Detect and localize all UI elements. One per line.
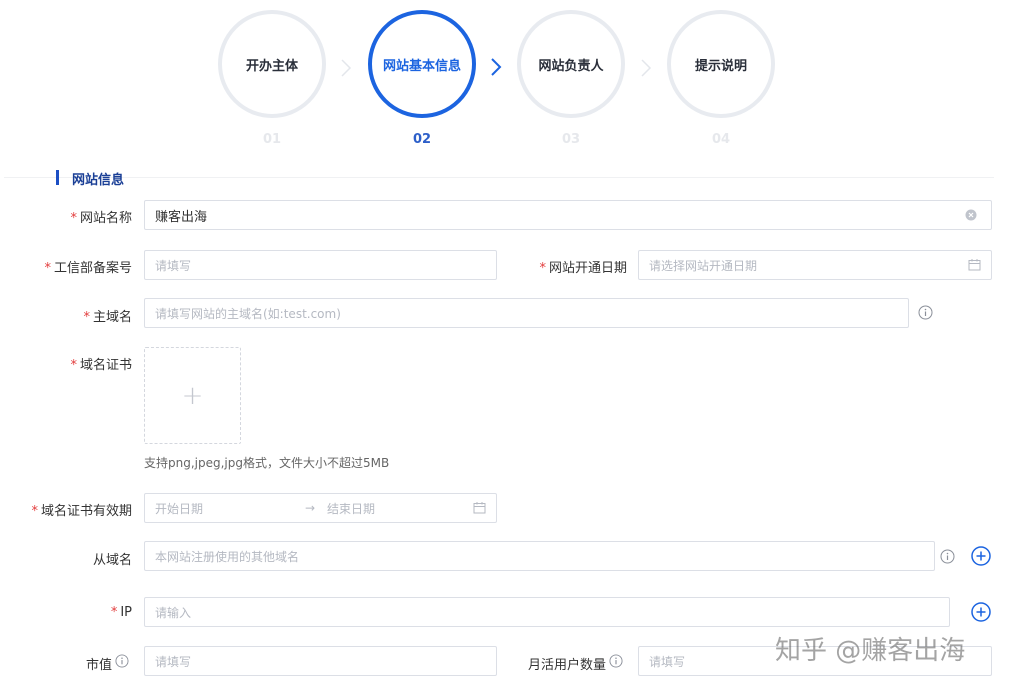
icp-label: * 工信部备案号 <box>44 261 132 276</box>
site-name-input[interactable]: 赚客出海 <box>144 200 992 230</box>
step-3-number: 03 <box>561 132 581 147</box>
section-accent-bar <box>56 170 59 185</box>
step-4-circle[interactable]: 提示说明 <box>667 10 775 118</box>
section-title: 网站信息 <box>72 173 125 188</box>
info-icon[interactable] <box>940 549 955 564</box>
end-date-placeholder: 结束日期 <box>327 501 376 516</box>
site-name-value: 赚客出海 <box>155 209 208 225</box>
info-icon[interactable] <box>918 305 933 320</box>
cert-upload-box[interactable]: + <box>144 347 241 444</box>
mau-label: 月活用户数量 <box>527 658 606 673</box>
sub-domain-placeholder: 本网站注册使用的其他域名 <box>155 549 300 564</box>
info-icon[interactable] <box>609 654 623 668</box>
calendar-icon <box>968 259 981 271</box>
open-date-picker[interactable]: 请选择网站开通日期 <box>638 250 992 280</box>
calendar-icon <box>473 502 486 514</box>
step-1-circle[interactable]: 开办主体 <box>218 10 326 118</box>
step-3-circle[interactable]: 网站负责人 <box>517 10 625 118</box>
step-2-number: 02 <box>412 132 432 147</box>
ip-input[interactable]: 请输入 <box>144 597 950 627</box>
clear-icon[interactable] <box>965 209 977 221</box>
info-icon[interactable] <box>115 654 129 668</box>
cert-upload-hint: 支持png,jpeg,jpg格式，文件大小不超过5MB <box>144 456 390 470</box>
main-domain-placeholder: 请填写网站的主域名(如:test.com) <box>155 306 341 321</box>
icp-input[interactable]: 请填写 <box>144 250 497 280</box>
step-1-number: 01 <box>262 132 282 147</box>
step-1-label: 开办主体 <box>245 58 298 74</box>
cert-label: * 域名证书 <box>70 358 132 373</box>
step-2-label: 网站基本信息 <box>382 58 461 74</box>
site-name-label: * 网站名称 <box>70 211 132 226</box>
start-date-placeholder: 开始日期 <box>155 501 204 516</box>
step-2-circle[interactable]: 网站基本信息 <box>368 10 476 118</box>
add-circle-icon[interactable] <box>971 546 991 566</box>
ip-placeholder: 请输入 <box>155 605 192 620</box>
range-separator: → <box>305 501 316 515</box>
add-circle-icon[interactable] <box>971 602 991 622</box>
sub-domain-label: 从域名 <box>92 553 132 568</box>
cert-validity-label: * 域名证书有效期 <box>31 504 132 519</box>
main-domain-label: * 主域名 <box>83 310 132 325</box>
step-4-number: 04 <box>711 132 731 147</box>
open-date-placeholder: 请选择网站开通日期 <box>649 258 758 273</box>
step-3-label: 网站负责人 <box>538 58 604 74</box>
ip-label: * IP <box>110 605 132 620</box>
chevron-right-icon <box>641 59 652 77</box>
chevron-right-active-icon <box>491 58 502 76</box>
open-date-label: * 网站开通日期 <box>539 261 627 276</box>
cert-validity-range[interactable]: 开始日期 → 结束日期 <box>144 493 497 523</box>
market-value-label: 市值 <box>85 658 112 673</box>
mau-placeholder: 请填写 <box>649 654 686 669</box>
step-4-label: 提示说明 <box>694 58 747 74</box>
market-value-input[interactable]: 请填写 <box>144 646 497 676</box>
icp-placeholder: 请填写 <box>155 258 192 273</box>
sub-domain-input[interactable]: 本网站注册使用的其他域名 <box>144 541 935 571</box>
plus-icon: + <box>181 380 204 411</box>
chevron-right-icon <box>341 59 352 77</box>
watermark: 知乎 @赚客出海 <box>775 636 966 666</box>
market-value-placeholder: 请填写 <box>155 654 192 669</box>
section-divider <box>4 177 994 178</box>
main-domain-input[interactable]: 请填写网站的主域名(如:test.com) <box>144 298 909 328</box>
